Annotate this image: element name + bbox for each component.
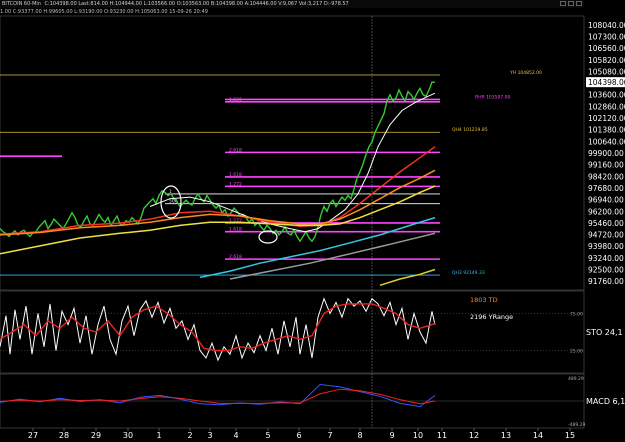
y-tick-label-8: 102120.00 [588, 114, 625, 123]
annotation-yrange: 2196 YRange [470, 313, 513, 321]
x-tick-label-6: 3 [207, 431, 212, 440]
level-label-3: QH4 101219.85 [452, 127, 488, 133]
level-label-0: YH 104852.00 [509, 70, 542, 76]
y-tick-label-19: 93980.00 [588, 242, 624, 251]
macd-tick-1: -489.29 [568, 422, 586, 428]
y-tick-label-17: 95460.00 [588, 219, 624, 228]
macd-label: MACD 6,13 [586, 397, 625, 406]
y-tick-label-5: 104398.00 [588, 78, 625, 87]
x-tick-label-2: 29 [91, 431, 101, 440]
x-tick-label-3: 30 [123, 431, 133, 440]
y-tick-label-7: 102860.00 [588, 102, 625, 111]
y-tick-label-14: 97680.00 [588, 184, 624, 193]
annotation-td: 1803 TD [470, 296, 498, 304]
sto-tick-0: 75.00 [570, 312, 583, 318]
sto-label: STO 24,1 [586, 328, 623, 337]
level-label-12: QH3 92149.33 [452, 270, 485, 276]
level-label-4: 2.618 [229, 147, 242, 153]
level-label-2: 1.236 [229, 97, 242, 103]
sto-tick-1: 25.00 [570, 349, 583, 355]
y-tick-label-2: 106560.00 [588, 44, 625, 53]
level-label-6: 1.272 [229, 181, 242, 187]
panel-frames [0, 15, 585, 429]
x-tick-label-0: 27 [28, 431, 38, 440]
y-tick-label-10: 100640.00 [588, 137, 625, 146]
y-tick-label-20: 93240.00 [588, 254, 624, 263]
x-tick-label-10: 7 [327, 431, 332, 440]
y-tick-label-6: 103600.00 [588, 91, 625, 100]
y-tick-label-4: 105080.00 [588, 67, 625, 76]
macd-tick-0: 489.29 [568, 376, 584, 382]
y-tick-label-22: 91760.00 [588, 277, 624, 286]
x-tick-label-17: 14 [533, 431, 543, 440]
level-label-11: 2.618 [229, 254, 242, 260]
y-tick-label-18: 94720.00 [588, 231, 624, 240]
y-tick-label-13: 98420.00 [588, 172, 624, 181]
chart-svg[interactable]: YH 104852.00 RHR 103597.00 1.236 QH4 101219… [0, 0, 625, 442]
y-tick-label-16: 96200.00 [588, 207, 624, 216]
x-tick-label-16: 13 [501, 431, 511, 440]
x-tick-label-8: 5 [265, 431, 270, 440]
y-tick-label-11: 99900.00 [588, 149, 624, 158]
x-tick-label-13: 10 [413, 431, 423, 440]
x-tick-label-12: 9 [389, 431, 394, 440]
level-label-5: 1.618 [229, 172, 242, 178]
level-label-1: RHR 103597.00 [475, 94, 511, 100]
chart-window: BITCOIN 60-Min C:104398.00 Last:814.00 H… [0, 0, 625, 442]
x-tick-label-1: 28 [59, 431, 69, 440]
level-label-10: 1.618 [229, 227, 242, 233]
x-tick-label-14: 11 [437, 431, 447, 440]
x-tick-label-18: 15 [565, 431, 575, 440]
y-tick-label-15: 96940.00 [588, 196, 624, 205]
x-tick-label-7: 4 [233, 431, 238, 440]
x-tick-label-4: 1 [156, 431, 161, 440]
y-tick-label-21: 92500.00 [588, 266, 624, 275]
x-tick-label-11: 8 [357, 431, 362, 440]
y-tick-label-0: 108040.00 [588, 21, 625, 30]
x-tick-label-15: 12 [469, 431, 479, 440]
y-tick-label-1: 107300.00 [588, 32, 625, 41]
y-tick-label-9: 101380.00 [588, 126, 625, 135]
y-tick-label-12: 99160.00 [588, 161, 624, 170]
x-tick-label-9: 6 [296, 431, 301, 440]
x-tick-label-5: 2 [187, 431, 192, 440]
y-tick-label-3: 105820.00 [588, 56, 625, 65]
